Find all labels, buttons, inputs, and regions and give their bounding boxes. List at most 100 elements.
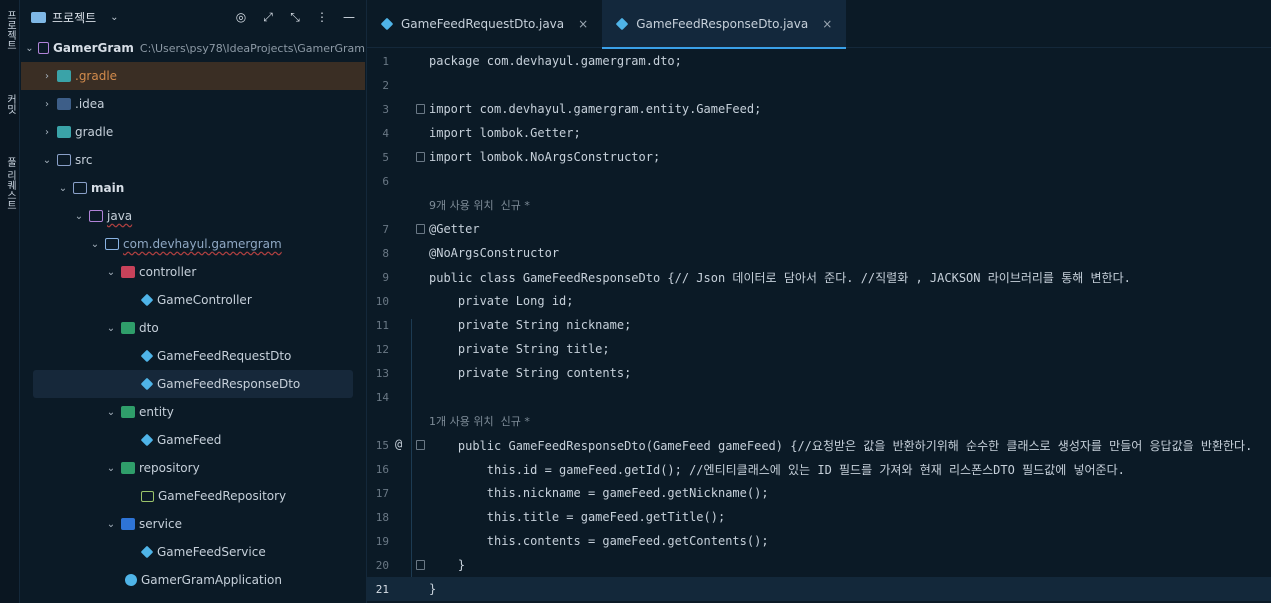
- code-line[interactable]: 17 this.nickname = gameFeed.getNickname(…: [367, 481, 1271, 505]
- code-line[interactable]: 8 @NoArgsConstructor: [367, 241, 1271, 265]
- code-line[interactable]: 5 import lombok.NoArgsConstructor;: [367, 145, 1271, 169]
- gutter: [389, 169, 429, 193]
- collapse-all-icon[interactable]: ⤡: [287, 9, 303, 25]
- fold-icon[interactable]: [416, 440, 425, 450]
- usage-hint[interactable]: 9개 사용 위치 신규 *: [367, 193, 1271, 217]
- code-line[interactable]: 4 import lombok.Getter;: [367, 121, 1271, 145]
- minimize-icon[interactable]: —: [341, 9, 357, 25]
- chevron-down-icon[interactable]: ⌄: [110, 12, 118, 23]
- fold-icon[interactable]: [416, 560, 425, 570]
- tree-item-controller[interactable]: ⌄ controller: [21, 258, 365, 286]
- chevron-down-icon[interactable]: ⌄: [25, 43, 34, 54]
- code-line[interactable]: 6: [367, 169, 1271, 193]
- tree-item-gamefeedresponsedto[interactable]: GameFeedResponseDto: [33, 370, 353, 398]
- chevron-down-icon[interactable]: ⌄: [105, 323, 117, 334]
- code-line[interactable]: 19 this.contents = gameFeed.getContents(…: [367, 529, 1271, 553]
- tree-item-package[interactable]: ⌄ com.devhayul.gamergram: [21, 230, 365, 258]
- tree-item-dto[interactable]: ⌄ dto: [21, 314, 365, 342]
- gutter: [389, 553, 429, 577]
- code-line[interactable]: 15 @ public GameFeedResponseDto(GameFeed …: [367, 433, 1271, 457]
- tree-item-gamecontroller[interactable]: GameController: [21, 286, 365, 314]
- tree-item-gamergram[interactable]: ⌄ GamerGram C:\Users\psy78\IdeaProjects\…: [21, 34, 365, 62]
- close-icon[interactable]: ×: [578, 17, 588, 31]
- tree-item-label: service: [139, 517, 182, 531]
- tree-item-gradle-cache[interactable]: › .gradle: [21, 62, 365, 90]
- line-text: }: [429, 558, 466, 572]
- project-tool-button[interactable]: 프로젝트: [2, 8, 18, 50]
- code-line[interactable]: 13 private String contents;: [367, 361, 1271, 385]
- fold-icon[interactable]: [416, 224, 425, 234]
- tree-item-gamefeedrequestdto[interactable]: GameFeedRequestDto: [21, 342, 365, 370]
- chevron-down-icon[interactable]: ⌄: [41, 155, 53, 166]
- tree-item-label: controller: [139, 265, 197, 279]
- chevron-down-icon[interactable]: ⌄: [105, 519, 117, 530]
- editor-tabs: GameFeedRequestDto.java × GameFeedRespon…: [367, 0, 1271, 49]
- annotation-marker-icon[interactable]: @: [395, 437, 402, 451]
- fold-icon[interactable]: [416, 104, 425, 114]
- tab-gamefeedresponsedto[interactable]: GameFeedResponseDto.java ×: [602, 0, 847, 49]
- locate-icon[interactable]: ◎: [233, 9, 249, 25]
- tree-item-java[interactable]: ⌄ java: [21, 202, 365, 230]
- tree-item-label: java: [107, 209, 133, 223]
- chevron-right-icon[interactable]: ›: [41, 99, 53, 110]
- tree-item-entity[interactable]: ⌄ entity: [21, 398, 365, 426]
- line-text: this.title = gameFeed.getTitle();: [429, 510, 726, 524]
- code-line[interactable]: 2: [367, 73, 1271, 97]
- chevron-down-icon[interactable]: ⌄: [57, 183, 69, 194]
- tree-item-idea[interactable]: › .idea: [21, 90, 365, 118]
- line-number: 17: [375, 486, 389, 500]
- chevron-right-icon[interactable]: ›: [41, 127, 53, 138]
- tree-item-repository[interactable]: ⌄ repository: [21, 454, 365, 482]
- code-line[interactable]: 12 private String title;: [367, 337, 1271, 361]
- chevron-down-icon[interactable]: ⌄: [105, 267, 117, 278]
- code-line[interactable]: 16 this.id = gameFeed.getId(); //엔티티클래스에…: [367, 457, 1271, 481]
- usage-hint-text[interactable]: 9개 사용 위치 신규 *: [429, 197, 530, 213]
- usage-hint-text[interactable]: 1개 사용 위치 신규 *: [429, 413, 530, 429]
- tree-item-label: entity: [139, 405, 174, 419]
- code-line[interactable]: 3 import com.devhayul.gamergram.entity.Ga…: [367, 97, 1271, 121]
- code-line[interactable]: 11 private String nickname;: [367, 313, 1271, 337]
- usage-hint[interactable]: 1개 사용 위치 신규 *: [367, 409, 1271, 433]
- chevron-down-icon[interactable]: ⌄: [89, 239, 101, 250]
- gutter: [389, 385, 429, 409]
- line-number: 12: [375, 342, 389, 356]
- commit-tool-button[interactable]: 커밋: [2, 92, 18, 114]
- chevron-down-icon[interactable]: ⌄: [105, 463, 117, 474]
- code-line[interactable]: 10 private Long id;: [367, 289, 1271, 313]
- tab-gamefeedrequestdto[interactable]: GameFeedRequestDto.java ×: [367, 0, 602, 48]
- fold-icon[interactable]: [416, 152, 425, 162]
- tree-item-label: GamerGramApplication: [141, 573, 282, 587]
- tree-item-service[interactable]: ⌄ service: [21, 510, 365, 538]
- code-line[interactable]: 18 this.title = gameFeed.getTitle();: [367, 505, 1271, 529]
- code-line[interactable]: 7 @Getter: [367, 217, 1271, 241]
- project-path: C:\Users\psy78\IdeaProjects\GamerGram: [139, 41, 365, 55]
- tree-item-gamefeed[interactable]: GameFeed: [21, 426, 365, 454]
- gutter: [389, 313, 429, 337]
- code-line[interactable]: 9 public class GameFeedResponseDto {// Js…: [367, 265, 1271, 289]
- chevron-down-icon[interactable]: ⌄: [105, 407, 117, 418]
- tree-item-src[interactable]: ⌄ src: [21, 146, 365, 174]
- tree-item-label: .idea: [75, 97, 105, 111]
- line-text: private String nickname;: [429, 318, 632, 332]
- chevron-right-icon[interactable]: ›: [41, 71, 53, 82]
- line-text: }: [429, 582, 437, 596]
- expand-all-icon[interactable]: ⤢: [260, 9, 276, 25]
- chevron-down-icon[interactable]: ⌄: [73, 211, 85, 222]
- tree-item-gamefeedservice[interactable]: GameFeedService: [21, 538, 365, 566]
- tree-item-label: GameFeedResponseDto: [157, 377, 301, 391]
- line-number: 18: [375, 510, 389, 524]
- code-line[interactable]: 1 package com.devhayul.gamergram.dto;: [367, 49, 1271, 73]
- code-line[interactable]: 14: [367, 385, 1271, 409]
- tree-item-gamefeedrepository[interactable]: GameFeedRepository: [21, 482, 365, 510]
- line-text: this.contents = gameFeed.getContents();: [429, 534, 769, 548]
- tree-item-gradle[interactable]: › gradle: [21, 118, 365, 146]
- code-line[interactable]: 20 }: [367, 553, 1271, 577]
- code-area[interactable]: 1 package com.devhayul.gamergram.dto; 2 3…: [367, 49, 1271, 603]
- pull-requests-tool-button[interactable]: 풀 리퀘스트: [2, 155, 18, 210]
- more-options-icon[interactable]: ⋮: [314, 9, 330, 25]
- editor: GameFeedRequestDto.java × GameFeedRespon…: [366, 0, 1271, 603]
- tree-item-main[interactable]: ⌄ main: [21, 174, 365, 202]
- code-line-current[interactable]: 21}: [367, 577, 1271, 601]
- tree-item-gamergramapplication[interactable]: GamerGramApplication: [21, 566, 365, 594]
- close-icon[interactable]: ×: [822, 17, 832, 31]
